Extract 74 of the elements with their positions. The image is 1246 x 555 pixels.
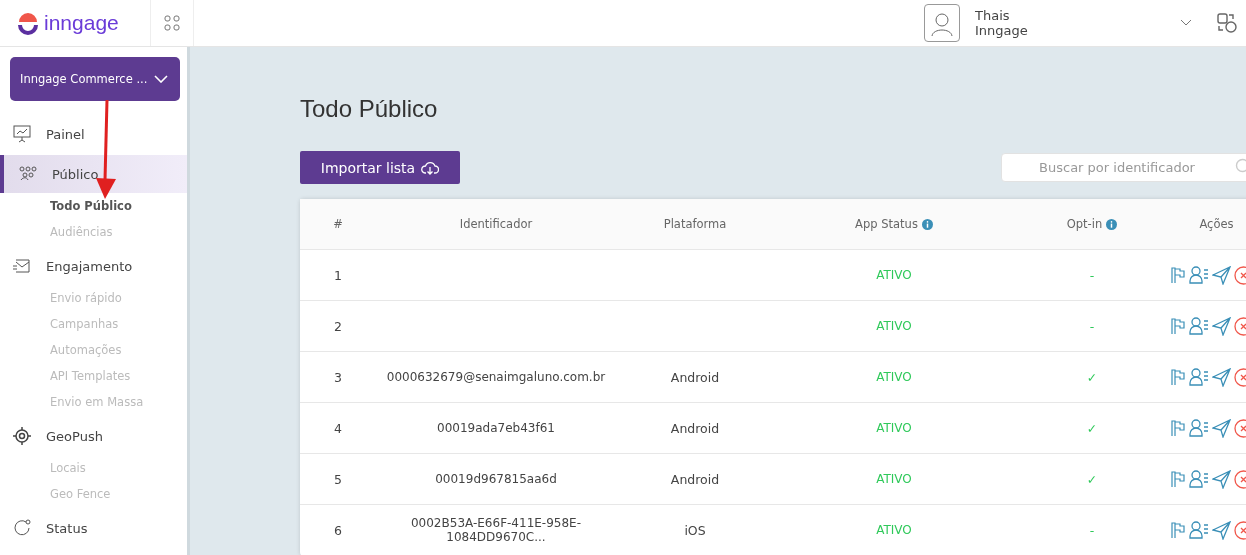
avatar-icon[interactable]	[924, 4, 960, 42]
table-cell: ✓	[1086, 369, 1098, 385]
flag-icon[interactable]	[1170, 368, 1186, 386]
user-list-icon[interactable]	[1189, 469, 1209, 489]
status-text: ATIVO	[876, 523, 912, 537]
table-cell: -	[1089, 267, 1095, 283]
table-cell: 5	[334, 471, 342, 487]
translate-icon[interactable]	[1216, 12, 1238, 34]
logo-icon	[16, 11, 40, 35]
table-cell-text: 0002B53A-E66F-411E-958E-1084DD9670C...	[409, 516, 582, 544]
column-header: App Status	[855, 217, 918, 231]
user-list-icon[interactable]	[1189, 367, 1209, 387]
column-header: Identificador	[459, 217, 533, 231]
search-field[interactable]: Buscar por identificador	[1001, 153, 1246, 182]
nav-subitem[interactable]: Todo Público	[0, 193, 187, 219]
send-icon[interactable]	[1212, 265, 1231, 285]
nav-item[interactable]: Painel	[0, 115, 187, 153]
column-header: #	[333, 217, 343, 231]
table-cell: 0000632679@senaimgaluno.com.br	[386, 370, 606, 384]
column-header: Opt-in	[1066, 217, 1103, 231]
table-cell: iOS	[684, 522, 706, 538]
send-icon[interactable]	[1212, 520, 1231, 540]
page-title: Todo Público	[300, 95, 439, 123]
table-cell: Android	[670, 369, 720, 385]
flag-icon[interactable]	[1170, 266, 1186, 284]
status-text: ATIVO	[876, 268, 912, 282]
table-cell: -	[1089, 522, 1095, 538]
user-list-icon[interactable]	[1189, 316, 1209, 336]
user-company: Inngage	[975, 23, 1029, 38]
nav-item[interactable]: Status	[0, 509, 187, 547]
brand-name: inngage	[44, 11, 119, 35]
flag-icon[interactable]	[1170, 317, 1186, 335]
send-icon[interactable]	[1212, 469, 1231, 489]
flag-icon[interactable]	[1170, 470, 1186, 488]
status-text: ATIVO	[876, 319, 912, 333]
table-cell: 4	[334, 420, 342, 436]
status-text: ATIVO	[876, 421, 912, 435]
user-list-icon[interactable]	[1189, 265, 1209, 285]
send-icon[interactable]	[1212, 316, 1231, 336]
presentation-icon	[12, 124, 32, 144]
target-icon	[12, 426, 32, 446]
chevron-down-icon	[154, 75, 168, 83]
column-header: Plataforma	[663, 217, 727, 231]
table-cell: 00019ada7eb43f61	[437, 421, 555, 435]
user-list-icon[interactable]	[1189, 418, 1209, 438]
table-cell: 1	[334, 267, 342, 283]
column-header: Ações	[1199, 217, 1234, 231]
status-text: ATIVO	[876, 472, 912, 486]
table-cell: ✓	[1086, 471, 1098, 487]
chevron-down-icon[interactable]	[1180, 19, 1192, 27]
nav-item[interactable]: Público	[0, 155, 187, 193]
table-cell: 00019d967815aa6d	[435, 472, 557, 486]
table-cell: ✓	[1086, 420, 1098, 436]
user-list-icon[interactable]	[1189, 520, 1209, 540]
table-cell: -	[1089, 318, 1095, 334]
flag-icon[interactable]	[1170, 419, 1186, 437]
table-cell: Android	[670, 471, 720, 487]
cloud-download-icon	[421, 159, 440, 176]
flag-icon[interactable]	[1170, 521, 1186, 539]
nav-item[interactable]: GeoPush	[0, 417, 187, 455]
user-name: Thais	[975, 8, 1011, 23]
import-list-button[interactable]: Importar lista	[300, 151, 460, 184]
table-cell: Android	[670, 420, 720, 436]
table-cell: 6	[334, 522, 342, 538]
apps-grid-icon[interactable]	[164, 15, 180, 31]
send-icon[interactable]	[1212, 367, 1231, 387]
message-icon	[12, 256, 32, 276]
status-icon	[12, 518, 32, 538]
table-cell: 3	[334, 369, 342, 385]
nav-item[interactable]: Engajamento	[0, 247, 187, 285]
table-cell: 2	[334, 318, 342, 334]
status-text: ATIVO	[876, 370, 912, 384]
send-icon[interactable]	[1212, 418, 1231, 438]
workspace-dropdown[interactable]: Inngage Commerce ...	[10, 57, 180, 101]
